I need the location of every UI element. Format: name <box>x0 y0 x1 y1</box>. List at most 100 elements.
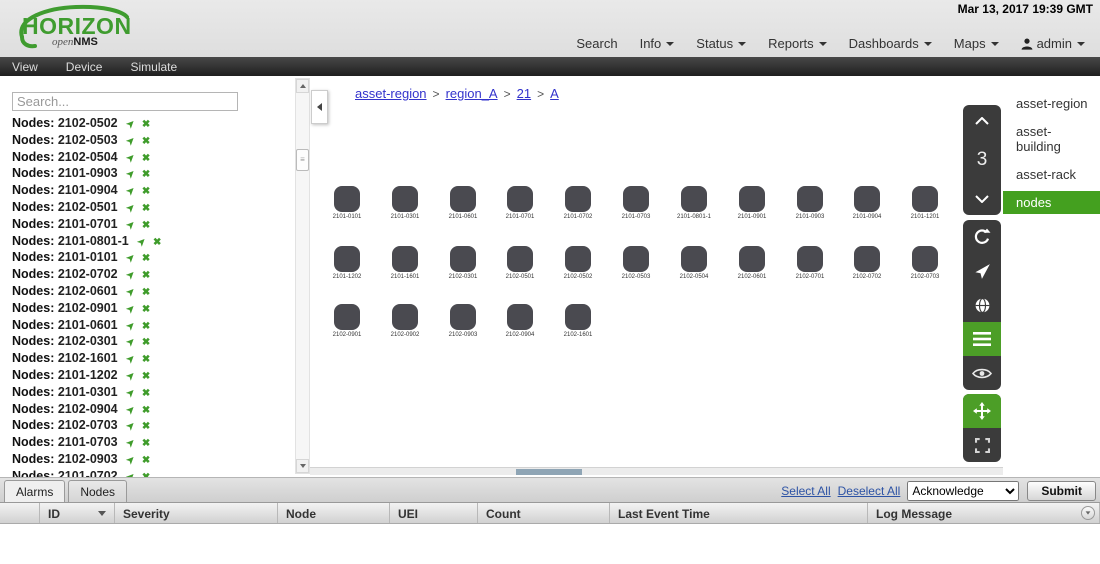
tab-alarms[interactable]: Alarms <box>4 480 65 502</box>
locate-node-icon[interactable]: ➤ <box>122 116 140 134</box>
remove-from-focus-icon[interactable]: ✖ <box>142 253 150 264</box>
remove-from-focus-icon[interactable]: ✖ <box>142 354 150 365</box>
topology-node[interactable]: 2102-0901 <box>319 304 375 338</box>
remove-from-focus-icon[interactable]: ✖ <box>142 371 150 382</box>
locate-node-icon[interactable]: ➤ <box>122 166 140 184</box>
map-horizontal-scrollbar[interactable] <box>310 467 1003 475</box>
breadcrumb-link-a[interactable]: A <box>550 86 559 101</box>
scrollbar-thumb[interactable]: ≡ <box>296 149 309 171</box>
topology-node[interactable]: 2101-1202 <box>319 246 375 280</box>
remove-from-focus-icon[interactable]: ✖ <box>142 119 150 130</box>
remove-from-focus-icon[interactable]: ✖ <box>142 220 150 231</box>
remove-from-focus-icon[interactable]: ✖ <box>142 153 150 164</box>
topology-node[interactable]: 2101-0601 <box>435 186 491 220</box>
remove-from-focus-icon[interactable]: ✖ <box>142 203 150 214</box>
remove-from-focus-icon[interactable]: ✖ <box>142 337 150 348</box>
layers-menu-button[interactable] <box>963 322 1001 356</box>
layer-asset-region[interactable]: asset-region <box>1003 92 1100 115</box>
breadcrumb-link-region_a[interactable]: region_A <box>446 86 498 101</box>
topology-node[interactable]: 2102-0301 <box>435 246 491 280</box>
topology-node[interactable]: 2102-0903 <box>435 304 491 338</box>
remove-from-focus-icon[interactable]: ✖ <box>142 270 150 281</box>
column-header-last-event-time[interactable]: Last Event Time <box>610 503 868 523</box>
topology-node[interactable]: 2102-0503 <box>608 246 664 280</box>
topology-node[interactable]: 2101-0801-1 <box>666 186 722 220</box>
locate-node-icon[interactable]: ➤ <box>122 301 140 319</box>
locate-node-icon[interactable]: ➤ <box>122 418 140 436</box>
topology-node[interactable]: 2102-1601 <box>550 304 606 338</box>
topology-node[interactable]: 2101-1601 <box>377 246 433 280</box>
remove-from-focus-icon[interactable]: ✖ <box>142 287 150 298</box>
topology-node[interactable]: 2102-0703 <box>897 246 953 280</box>
locate-node-icon[interactable]: ➤ <box>122 217 140 235</box>
show-entire-map-button[interactable] <box>963 288 1001 322</box>
topology-node[interactable]: 2102-0601 <box>724 246 780 280</box>
locate-node-icon[interactable]: ➤ <box>122 368 140 386</box>
locate-node-icon[interactable]: ➤ <box>122 183 140 201</box>
locate-node-icon[interactable]: ➤ <box>122 402 140 420</box>
locate-node-icon[interactable]: ➤ <box>122 250 140 268</box>
zoom-out-button[interactable] <box>975 195 989 203</box>
highlight-focus-button[interactable] <box>963 356 1001 390</box>
fit-to-screen-button[interactable] <box>963 428 1001 462</box>
topology-node[interactable]: 2102-0702 <box>839 246 895 280</box>
search-input[interactable] <box>12 92 238 111</box>
remove-from-focus-icon[interactable]: ✖ <box>142 405 150 416</box>
locate-node-icon[interactable]: ➤ <box>122 200 140 218</box>
menu-info[interactable]: Info <box>629 33 686 54</box>
topology-node[interactable]: 2102-0501 <box>492 246 548 280</box>
topology-node[interactable]: 2102-0502 <box>550 246 606 280</box>
menu-dashboards[interactable]: Dashboards <box>838 33 943 54</box>
menubar-view[interactable]: View <box>12 60 38 74</box>
submit-button[interactable]: Submit <box>1027 481 1096 501</box>
remove-from-focus-icon[interactable]: ✖ <box>142 169 150 180</box>
topology-node[interactable]: 2101-0701 <box>492 186 548 220</box>
pan-mode-button[interactable] <box>963 394 1001 428</box>
remove-from-focus-icon[interactable]: ✖ <box>142 438 150 449</box>
center-on-selection-button[interactable] <box>963 254 1001 288</box>
refresh-button[interactable] <box>963 220 1001 254</box>
column-header-checkbox[interactable] <box>0 503 40 523</box>
menu-maps[interactable]: Maps <box>943 33 1010 54</box>
layer-asset-building[interactable]: asset-building <box>1003 120 1100 158</box>
locate-node-icon[interactable]: ➤ <box>122 385 140 403</box>
menubar-device[interactable]: Device <box>66 60 103 74</box>
collapse-panel-handle[interactable] <box>311 90 328 124</box>
map-hscroll-thumb[interactable] <box>516 469 582 475</box>
column-header-uei[interactable]: UEI <box>390 503 478 523</box>
locate-node-icon[interactable]: ➤ <box>122 452 140 470</box>
remove-from-focus-icon[interactable]: ✖ <box>142 304 150 315</box>
topology-node[interactable]: 2102-0902 <box>377 304 433 338</box>
locate-node-icon[interactable]: ➤ <box>122 435 140 453</box>
topology-map[interactable]: asset-region>region_A>21>A 2101-01012101… <box>310 76 1003 477</box>
scroll-down-icon[interactable] <box>296 459 309 473</box>
remove-from-focus-icon[interactable]: ✖ <box>142 321 150 332</box>
locate-node-icon[interactable]: ➤ <box>122 267 140 285</box>
topology-node[interactable]: 2101-0903 <box>782 186 838 220</box>
sidebar-scrollbar[interactable]: ≡ <box>295 78 310 474</box>
topology-node[interactable]: 2101-0904 <box>839 186 895 220</box>
select-all-link[interactable]: Select All <box>781 484 830 498</box>
locate-node-icon[interactable]: ➤ <box>122 334 140 352</box>
scroll-up-icon[interactable] <box>296 79 309 93</box>
topology-node[interactable]: 2102-0904 <box>492 304 548 338</box>
column-header-count[interactable]: Count <box>478 503 610 523</box>
column-header-node[interactable]: Node <box>278 503 390 523</box>
column-picker-button[interactable] <box>1081 506 1095 520</box>
topology-node[interactable]: 2102-0504 <box>666 246 722 280</box>
locate-node-icon[interactable]: ➤ <box>122 351 140 369</box>
column-header-severity[interactable]: Severity <box>115 503 278 523</box>
breadcrumb-link-asset-region[interactable]: asset-region <box>355 86 427 101</box>
topology-node[interactable]: 2101-0702 <box>550 186 606 220</box>
layer-nodes[interactable]: nodes <box>1003 191 1100 214</box>
menu-reports[interactable]: Reports <box>757 33 838 54</box>
remove-from-focus-icon[interactable]: ✖ <box>153 237 161 248</box>
locate-node-icon[interactable]: ➤ <box>122 150 140 168</box>
menu-admin[interactable]: admin <box>1010 33 1096 54</box>
column-header-id[interactable]: ID <box>40 503 115 523</box>
topology-node[interactable]: 2101-0301 <box>377 186 433 220</box>
topology-node[interactable]: 2101-0703 <box>608 186 664 220</box>
remove-from-focus-icon[interactable]: ✖ <box>142 421 150 432</box>
locate-node-icon[interactable]: ➤ <box>134 234 152 252</box>
locate-node-icon[interactable]: ➤ <box>122 133 140 151</box>
